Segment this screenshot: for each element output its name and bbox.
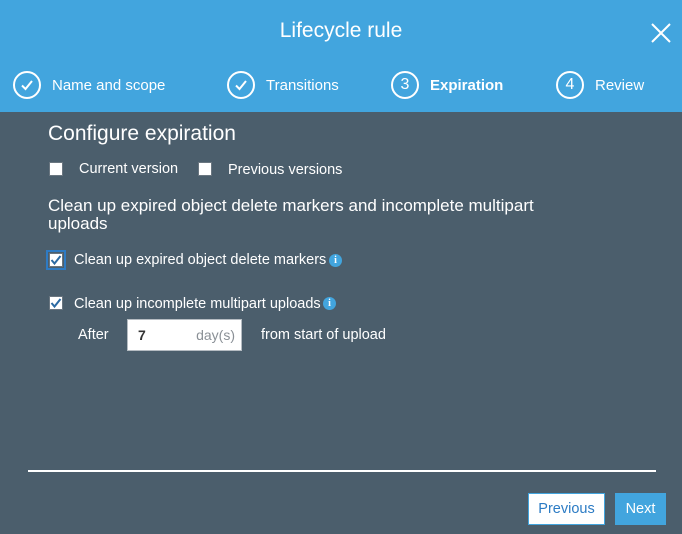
section-heading: Clean up expired object delete markers a… bbox=[48, 196, 534, 233]
modal-body: Configure expiration Current version Pre… bbox=[0, 112, 682, 534]
info-icon[interactable]: i bbox=[329, 254, 342, 267]
step-number: 3 bbox=[391, 71, 419, 99]
step-expiration[interactable]: 3 Expiration bbox=[391, 71, 503, 99]
days-field[interactable]: day(s) bbox=[127, 319, 242, 351]
current-version-checkbox[interactable] bbox=[49, 162, 63, 176]
checkmark-icon bbox=[227, 71, 255, 99]
days-unit: day(s) bbox=[196, 327, 235, 343]
step-label: Name and scope bbox=[52, 76, 166, 94]
delete-markers-label: Clean up expired object delete markers bbox=[74, 252, 327, 268]
from-start-label: from start of upload bbox=[261, 327, 386, 343]
previous-button[interactable]: Previous bbox=[528, 493, 605, 525]
multipart-label: Clean up incomplete multipart uploads bbox=[74, 296, 321, 312]
step-label: Transitions bbox=[266, 76, 339, 94]
section-heading: Configure expiration bbox=[48, 122, 236, 145]
previous-versions-label: Previous versions bbox=[228, 162, 343, 178]
delete-markers-checkbox[interactable] bbox=[46, 250, 66, 270]
checkmark-icon bbox=[50, 255, 62, 266]
previous-versions-checkbox[interactable] bbox=[198, 162, 212, 176]
close-icon[interactable] bbox=[650, 22, 672, 44]
current-version-label: Current version bbox=[79, 161, 179, 177]
modal-header: Lifecycle rule Name and scope Transition… bbox=[0, 0, 682, 112]
step-number: 4 bbox=[556, 71, 584, 99]
info-icon[interactable]: i bbox=[323, 297, 336, 310]
modal-title: Lifecycle rule bbox=[279, 19, 403, 42]
after-label: After bbox=[78, 327, 109, 343]
checkmark-icon bbox=[13, 71, 41, 99]
next-button[interactable]: Next bbox=[615, 493, 666, 525]
multipart-checkbox[interactable] bbox=[49, 296, 63, 310]
step-name-and-scope[interactable]: Name and scope bbox=[13, 71, 165, 99]
step-transitions[interactable]: Transitions bbox=[227, 71, 339, 99]
checkmark-icon bbox=[50, 298, 62, 309]
days-input[interactable] bbox=[128, 320, 198, 350]
step-review[interactable]: 4 Review bbox=[556, 71, 644, 99]
divider bbox=[28, 470, 656, 472]
step-label: Expiration bbox=[430, 76, 504, 94]
step-label: Review bbox=[595, 76, 645, 94]
